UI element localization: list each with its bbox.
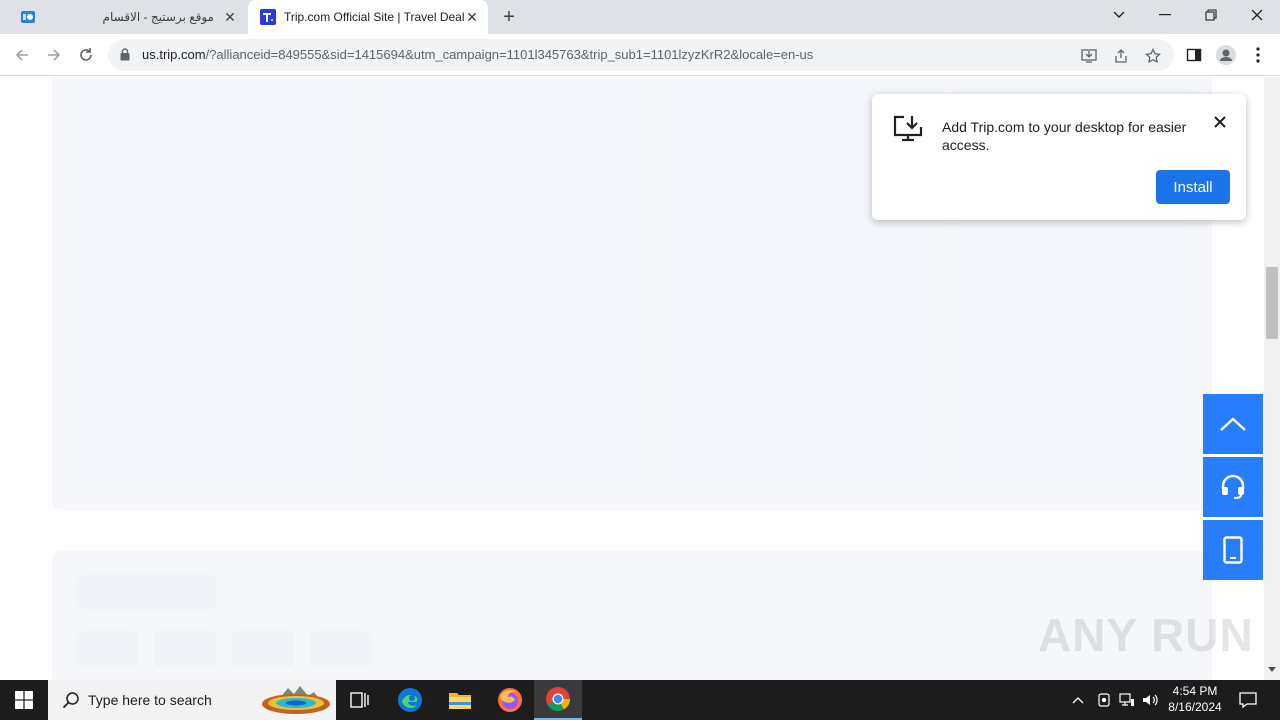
- mobile-app-button[interactable]: [1203, 520, 1263, 580]
- close-window-icon[interactable]: [1234, 0, 1280, 30]
- headset-icon: [1221, 474, 1245, 499]
- menu-kebab-icon[interactable]: [1248, 45, 1268, 65]
- notifications-icon[interactable]: [1234, 680, 1262, 720]
- firefox-icon[interactable]: [486, 680, 534, 720]
- tab-close-icon[interactable]: ✕: [222, 9, 238, 25]
- address-bar[interactable]: us.trip.com/?allianceid=849555&sid=14156…: [108, 39, 1174, 71]
- tab-close-icon[interactable]: ✕: [464, 9, 480, 25]
- phone-icon: [1223, 536, 1243, 564]
- start-button[interactable]: [0, 680, 48, 720]
- windows-logo-icon: [15, 691, 33, 709]
- tab-search-icon[interactable]: [1096, 0, 1142, 30]
- restore-icon[interactable]: [1188, 0, 1234, 30]
- chevron-up-icon: [1220, 417, 1246, 431]
- anyrun-watermark: ANY RUN: [1038, 609, 1254, 661]
- install-button[interactable]: Install: [1156, 170, 1230, 204]
- tab-prestige[interactable]: موقع برستيج - الاقسام ✕: [8, 0, 246, 34]
- search-highlight-art-icon: [262, 686, 330, 714]
- show-hidden-icons-chevron-icon[interactable]: [1068, 680, 1088, 720]
- taskbar-clock[interactable]: 4:54 PM 8/16/2024: [1160, 683, 1230, 715]
- url-text: us.trip.com/?allianceid=849555&sid=14156…: [142, 47, 813, 62]
- profile-avatar-icon[interactable]: [1216, 45, 1236, 65]
- tab-title: Trip.com Official Site | Travel Deals: [284, 10, 464, 24]
- taskbar-search-box[interactable]: Type here to search: [48, 680, 336, 720]
- skeleton-chip: [154, 631, 216, 667]
- back-to-top-button[interactable]: [1203, 394, 1263, 454]
- skeleton-chip: [232, 631, 294, 667]
- edge-icon[interactable]: [386, 680, 434, 720]
- task-view-icon[interactable]: [336, 680, 384, 720]
- reload-icon[interactable]: [74, 43, 98, 67]
- lock-icon[interactable]: [120, 48, 130, 66]
- clock-time: 4:54 PM: [1172, 684, 1218, 698]
- search-icon: [62, 691, 82, 709]
- minimize-icon[interactable]: [1142, 0, 1188, 30]
- browser-toolbar: us.trip.com/?allianceid=849555&sid=14156…: [0, 34, 1280, 76]
- skeleton-card: [76, 77, 354, 487]
- share-icon[interactable]: [1112, 47, 1130, 65]
- install-app-popup: Add Trip.com to your desktop for easier …: [872, 94, 1246, 220]
- install-desktop-icon: [892, 114, 924, 149]
- new-tab-button[interactable]: +: [498, 6, 520, 28]
- tab-strip: موقع برستيج - الاقسام ✕ Trip.com Officia…: [0, 0, 1280, 34]
- customer-support-button[interactable]: [1203, 457, 1263, 517]
- security-tray-icon[interactable]: [1094, 680, 1114, 720]
- volume-icon[interactable]: [1140, 680, 1162, 720]
- skeleton-title: [76, 575, 216, 609]
- scrollbar-thumb[interactable]: [1266, 267, 1278, 339]
- bookmark-star-icon[interactable]: [1144, 47, 1162, 65]
- clock-date: 8/16/2024: [1168, 700, 1222, 714]
- scroll-down-arrow-icon[interactable]: [1268, 667, 1276, 672]
- popup-message: Add Trip.com to your desktop for easier …: [942, 119, 1187, 153]
- network-icon[interactable]: [1116, 680, 1138, 720]
- tab-title: موقع برستيج - الاقسام: [102, 10, 214, 24]
- windows-taskbar: Type here to search 4:54 PM 8/16/2024: [0, 680, 1280, 720]
- chrome-icon[interactable]: [534, 680, 582, 720]
- skeleton-chip: [310, 631, 372, 667]
- site-favicon-icon: [20, 9, 36, 25]
- url-host: us.trip.com: [142, 47, 206, 62]
- skeleton-chip: [76, 631, 138, 667]
- tab-trip[interactable]: Trip.com Official Site | Travel Deals ✕: [248, 0, 488, 34]
- back-icon[interactable]: [10, 43, 34, 67]
- url-path: /?allianceid=849555&sid=1415694&utm_camp…: [205, 47, 814, 62]
- search-placeholder: Type here to search: [88, 692, 212, 708]
- install-app-icon[interactable]: [1080, 47, 1098, 65]
- page-scrollbar[interactable]: [1264, 77, 1280, 680]
- side-panel-icon[interactable]: [1184, 45, 1204, 65]
- trip-favicon-icon: [260, 9, 276, 25]
- file-explorer-icon[interactable]: [436, 680, 484, 720]
- popup-close-icon[interactable]: [1210, 112, 1230, 132]
- forward-icon[interactable]: [42, 43, 66, 67]
- skeleton-card: [370, 77, 648, 487]
